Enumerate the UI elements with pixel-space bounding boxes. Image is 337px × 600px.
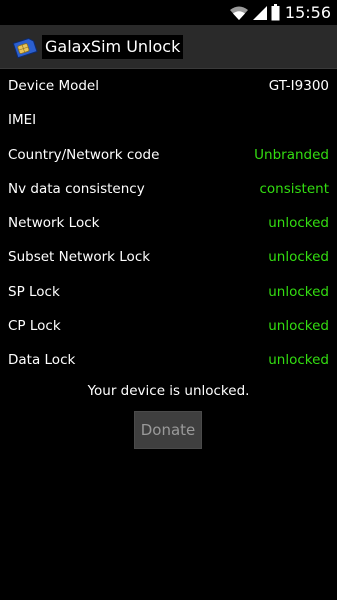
info-value: unlocked [268,215,329,231]
info-row-imei: IMEI [0,103,337,137]
info-row-cp-lock: CP Lock unlocked [0,309,337,343]
status-bar: 15:56 [0,0,337,25]
info-value: unlocked [268,352,329,368]
info-value: consistent [259,180,329,197]
donate-button[interactable]: Donate [134,411,202,449]
info-row-subset-network-lock: Subset Network Lock unlocked [0,240,337,274]
signal-icon [252,5,268,21]
info-label: SP Lock [8,283,60,300]
unlock-status-message: Your device is unlocked. [87,383,250,399]
info-value: unlocked [268,283,329,300]
info-value: GT-I9300 [268,78,329,94]
info-label: Network Lock [8,215,100,231]
status-icons: 15:56 [229,2,331,23]
info-label: Device Model [8,78,99,94]
info-value: Unbranded [254,146,329,163]
info-label: Country/Network code [8,146,160,163]
sim-card-icon [10,33,40,61]
info-row-sp-lock: SP Lock unlocked [0,275,337,309]
info-value: unlocked [268,249,329,266]
info-value: unlocked [268,317,329,334]
info-row-country-network-code: Country/Network code Unbranded [0,138,337,172]
info-row-data-lock: Data Lock unlocked [0,343,337,377]
info-label: CP Lock [8,317,61,334]
status-time: 15:56 [284,3,331,22]
info-label: Subset Network Lock [8,249,151,266]
info-label: Nv data consistency [8,180,145,197]
info-row-network-lock: Network Lock unlocked [0,206,337,240]
info-row-nv-data-consistency: Nv data consistency consistent [0,172,337,206]
battery-icon [271,4,280,21]
wifi-icon [229,5,249,21]
info-label: Data Lock [8,352,76,368]
app-title: GalaxSim Unlock [42,35,184,59]
info-label: IMEI [8,112,37,129]
info-row-device-model: Device Model GT-I9300 [0,69,337,103]
device-info-list: Device Model GT-I9300 IMEI Country/Netwo… [0,69,337,377]
action-bar: GalaxSim Unlock [0,25,337,69]
